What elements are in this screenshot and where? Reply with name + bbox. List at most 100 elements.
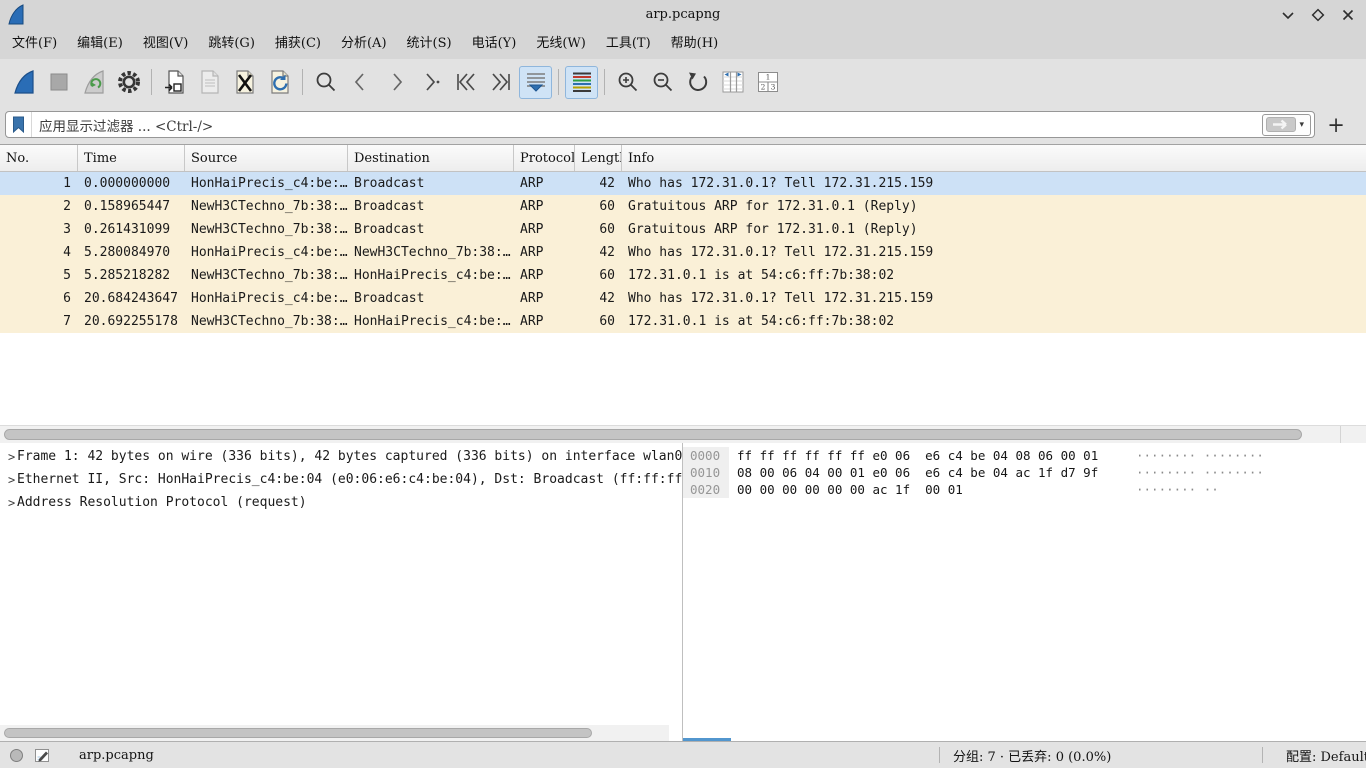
detail-line-2[interactable]: >Address Resolution Protocol (request) — [0, 491, 682, 514]
go-forward-button[interactable] — [379, 66, 412, 99]
cell-info: Who has 172.31.0.1? Tell 172.31.215.159 — [622, 291, 1366, 306]
packet-row[interactable]: 20.158965447NewH3CTechno_7b:38:…Broadcas… — [0, 195, 1366, 218]
menu-item-0[interactable]: 文件(F) — [2, 29, 67, 59]
toolbar-separator — [558, 69, 559, 95]
cell-info: Who has 172.31.0.1? Tell 172.31.215.159 — [622, 245, 1366, 260]
close-file-button[interactable] — [228, 66, 261, 99]
detail-line-0[interactable]: >Frame 1: 42 bytes on wire (336 bits), 4… — [0, 445, 682, 468]
hex-row[interactable]: 002000 00 00 00 00 00 ac 1f 00 01·······… — [683, 481, 1366, 498]
column-header-info[interactable]: Info — [622, 145, 1366, 171]
maximize-icon[interactable] — [1310, 7, 1326, 23]
capture-filename: arp.pcapng — [79, 748, 154, 763]
cell-source: NewH3CTechno_7b:38:… — [185, 268, 348, 283]
start-capture-button[interactable] — [7, 66, 40, 99]
expert-info-icon[interactable] — [9, 748, 24, 763]
packet-row[interactable]: 620.684243647HonHaiPrecis_c4:be:…Broadca… — [0, 287, 1366, 310]
save-file-button[interactable] — [193, 66, 226, 99]
cell-length: 60 — [575, 314, 622, 329]
go-back-button[interactable] — [344, 66, 377, 99]
cell-source: NewH3CTechno_7b:38:… — [185, 222, 348, 237]
packet-row[interactable]: 30.261431099NewH3CTechno_7b:38:…Broadcas… — [0, 218, 1366, 241]
expand-arrow-icon[interactable]: > — [0, 450, 17, 464]
numbered-columns-button[interactable]: 123 — [751, 66, 784, 99]
find-packet-button[interactable] — [309, 66, 342, 99]
menu-item-4[interactable]: 捕获(C) — [265, 29, 331, 59]
hex-bytes: 08 00 06 04 00 01 e0 06 e6 c4 be 04 ac 1… — [729, 465, 1136, 480]
display-filter-input[interactable]: 应用显示过滤器 ... <Ctrl-/> ▾ — [5, 111, 1315, 138]
capture-options-button[interactable] — [112, 66, 145, 99]
close-icon[interactable] — [1340, 7, 1356, 23]
menu-item-10[interactable]: 帮助(H) — [661, 29, 728, 59]
zoom-out-button[interactable] — [646, 66, 679, 99]
profile-selector[interactable]: 配置: Default — [1263, 746, 1366, 765]
filter-bar: 应用显示过滤器 ... <Ctrl-/> ▾ + — [0, 105, 1366, 145]
cell-length: 42 — [575, 245, 622, 260]
cell-no: 5 — [0, 268, 78, 283]
wireshark-window: arp.pcapng 文件(F)编辑(E)视图(V)跳转(G)捕获(C)分析(A… — [0, 0, 1366, 768]
cell-protocol: ARP — [514, 222, 575, 237]
packet-bytes-pane: 0000ff ff ff ff ff ff e0 06 e6 c4 be 04 … — [683, 443, 1366, 741]
details-hscrollbar[interactable] — [0, 725, 669, 741]
packet-row[interactable]: 10.000000000HonHaiPrecis_c4:be:…Broadcas… — [0, 172, 1366, 195]
zoom-reset-button[interactable] — [681, 66, 714, 99]
packet-row[interactable]: 55.285218282NewH3CTechno_7b:38:…HonHaiPr… — [0, 264, 1366, 287]
auto-scroll-button[interactable] — [519, 66, 552, 99]
menu-item-9[interactable]: 工具(T) — [596, 29, 661, 59]
filter-dropdown-icon[interactable]: ▾ — [1296, 120, 1307, 130]
apply-filter-group: ▾ — [1262, 114, 1311, 136]
menu-item-3[interactable]: 跳转(G) — [198, 29, 265, 59]
cell-source: NewH3CTechno_7b:38:… — [185, 199, 348, 214]
scrollbar-handle[interactable] — [4, 728, 592, 738]
cell-length: 60 — [575, 222, 622, 237]
detail-line-1[interactable]: >Ethernet II, Src: HonHaiPrecis_c4:be:04… — [0, 468, 682, 491]
menu-item-8[interactable]: 无线(W) — [526, 29, 596, 59]
scrollbar-corner — [1340, 426, 1341, 443]
window-title: arp.pcapng — [0, 7, 1366, 22]
column-header-protocol[interactable]: Protocol — [514, 145, 575, 171]
menu-item-1[interactable]: 编辑(E) — [67, 29, 133, 59]
packet-list-hscrollbar[interactable] — [0, 425, 1366, 443]
titlebar: arp.pcapng — [0, 0, 1366, 29]
cell-no: 4 — [0, 245, 78, 260]
open-file-button[interactable] — [158, 66, 191, 99]
hex-row[interactable]: 0000ff ff ff ff ff ff e0 06 e6 c4 be 04 … — [683, 447, 1366, 464]
hex-bytes: ff ff ff ff ff ff e0 06 e6 c4 be 04 08 0… — [729, 448, 1136, 463]
expand-arrow-icon[interactable]: > — [0, 496, 17, 510]
resize-columns-button[interactable] — [716, 66, 749, 99]
packet-row[interactable]: 720.692255178NewH3CTechno_7b:38:…HonHaiP… — [0, 310, 1366, 333]
go-to-packet-button[interactable] — [414, 66, 447, 99]
column-header-time[interactable]: Time — [78, 145, 185, 171]
menu-item-5[interactable]: 分析(A) — [331, 29, 397, 59]
hex-row[interactable]: 001008 00 06 04 00 01 e0 06 e6 c4 be 04 … — [683, 464, 1366, 481]
first-packet-button[interactable] — [449, 66, 482, 99]
zoom-in-button[interactable] — [611, 66, 644, 99]
packet-row[interactable]: 45.280084970HonHaiPrecis_c4:be:…NewH3CTe… — [0, 241, 1366, 264]
add-filter-button[interactable]: + — [1315, 106, 1357, 144]
restart-capture-button[interactable] — [77, 66, 110, 99]
reload-file-button[interactable] — [263, 66, 296, 99]
menu-item-7[interactable]: 电话(Y) — [462, 29, 527, 59]
column-header-source[interactable]: Source — [185, 145, 348, 171]
scrollbar-handle[interactable] — [4, 429, 1302, 440]
expand-arrow-icon[interactable]: > — [0, 473, 17, 487]
cell-protocol: ARP — [514, 314, 575, 329]
menu-item-2[interactable]: 视图(V) — [133, 29, 199, 59]
menu-item-6[interactable]: 统计(S) — [397, 29, 462, 59]
cell-time: 20.684243647 — [78, 291, 185, 306]
hex-ascii: ········ ·· — [1136, 482, 1219, 497]
capture-comment-icon[interactable] — [34, 747, 50, 763]
apply-filter-icon[interactable] — [1266, 117, 1296, 132]
minimize-icon[interactable] — [1280, 7, 1296, 23]
column-header-no[interactable]: No. — [0, 145, 78, 171]
column-header-length[interactable]: Length — [575, 145, 622, 171]
last-packet-button[interactable] — [484, 66, 517, 99]
stop-capture-button[interactable] — [42, 66, 75, 99]
cell-length: 60 — [575, 268, 622, 283]
filter-bookmark-icon[interactable] — [6, 112, 32, 137]
svg-text:2: 2 — [760, 83, 765, 92]
cell-protocol: ARP — [514, 199, 575, 214]
cell-info: Who has 172.31.0.1? Tell 172.31.215.159 — [622, 176, 1366, 191]
packet-list: 10.000000000HonHaiPrecis_c4:be:…Broadcas… — [0, 172, 1366, 425]
colorize-packets-button[interactable] — [565, 66, 598, 99]
column-header-destination[interactable]: Destination — [348, 145, 514, 171]
